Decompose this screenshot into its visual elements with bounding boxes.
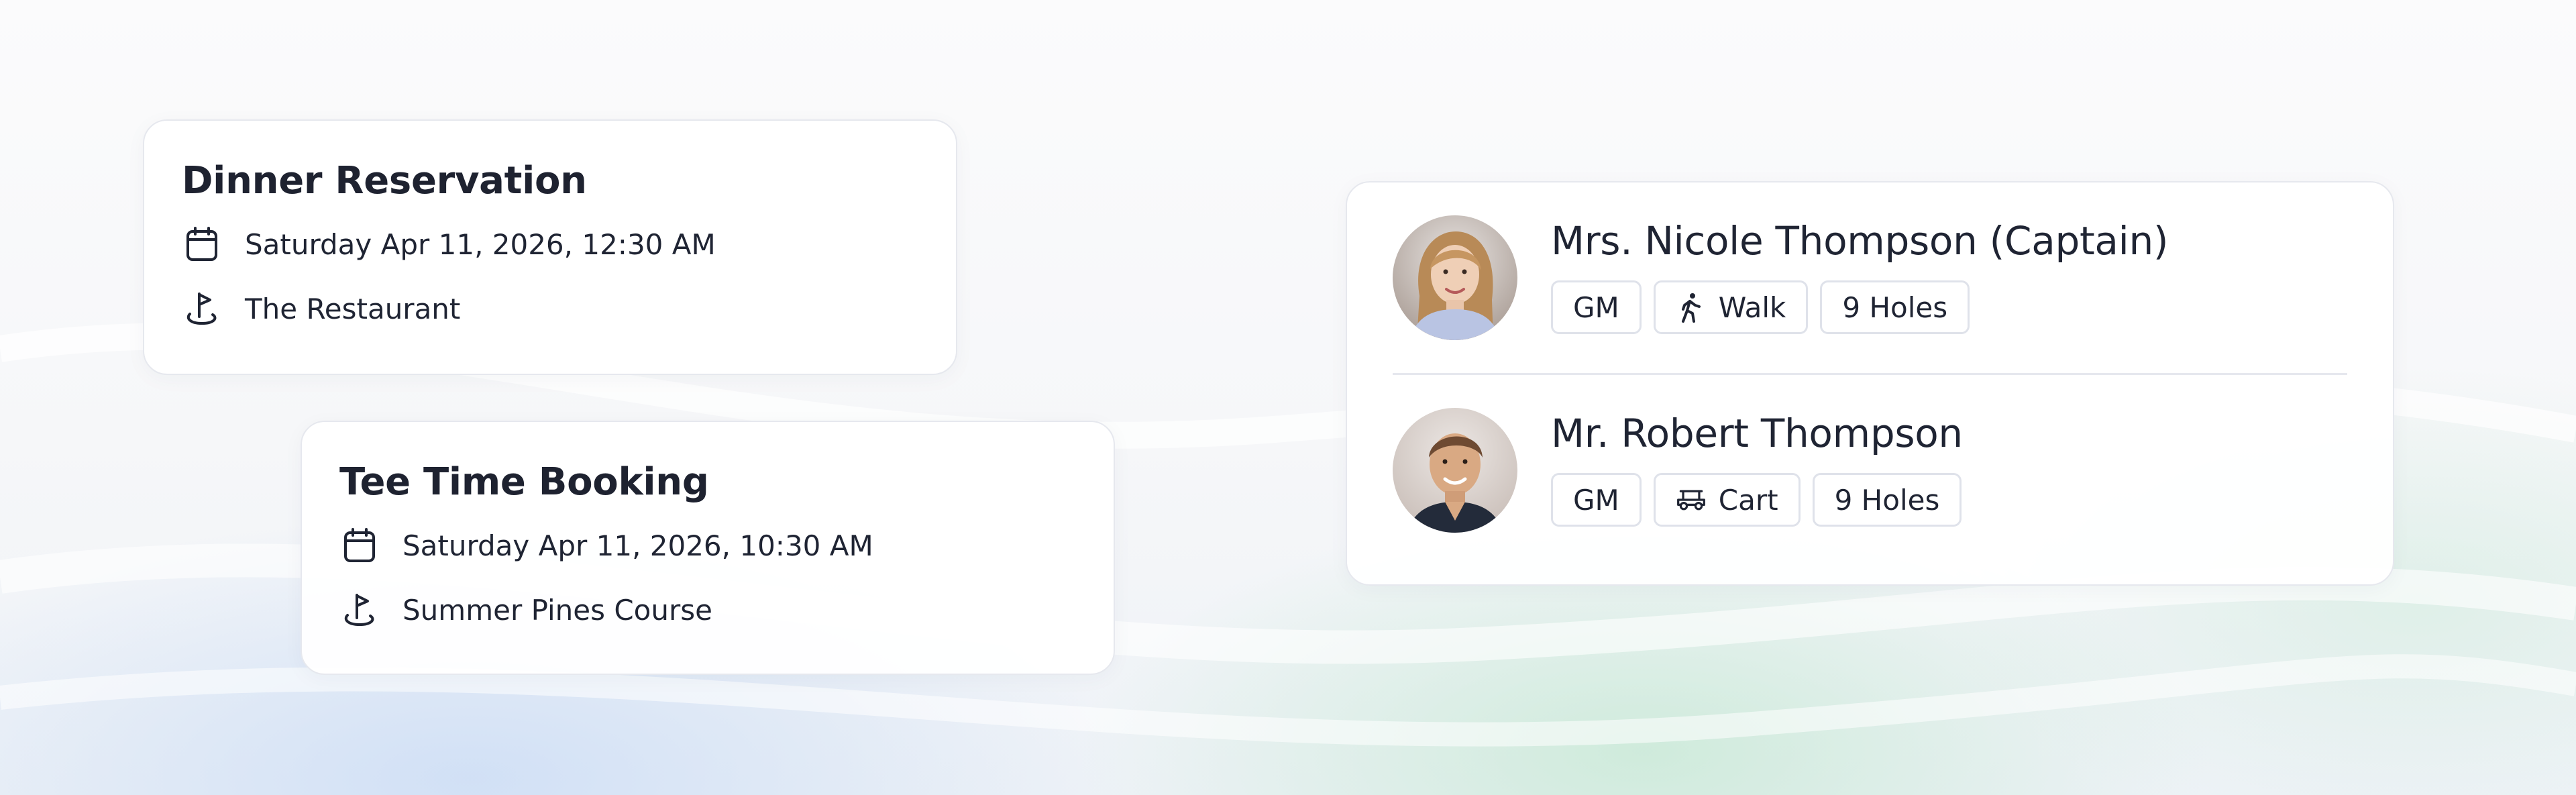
avatar [1393, 215, 1517, 340]
calendar-icon [182, 224, 222, 264]
holes-tag-label: 9 Holes [1834, 483, 1940, 517]
tee-time-datetime: Saturday Apr 11, 2026, 10:30 AM [402, 529, 873, 562]
transport-tag-label: Cart [1718, 483, 1778, 517]
transport-tag[interactable]: Walk [1653, 280, 1809, 334]
dinner-location-row: The Restaurant [182, 288, 918, 329]
walking-person-icon [1676, 292, 1707, 323]
players-card: Mrs. Nicole Thompson (Captain) GM Walk 9… [1346, 181, 2394, 586]
player-info: Mr. Robert Thompson GM Cart 9 Holes [1551, 414, 1963, 527]
transport-tag-label: Walk [1718, 290, 1786, 324]
player-row[interactable]: Mrs. Nicole Thompson (Captain) GM Walk 9… [1393, 182, 2347, 373]
dinner-location: The Restaurant [245, 292, 461, 325]
role-tag-label: GM [1573, 290, 1619, 324]
player-name: Mrs. Nicole Thompson (Captain) [1551, 218, 2169, 264]
tee-time-datetime-row: Saturday Apr 11, 2026, 10:30 AM [339, 525, 1076, 566]
player-row[interactable]: Mr. Robert Thompson GM Cart 9 Holes [1393, 375, 2347, 566]
golf-flag-icon [182, 288, 222, 329]
role-tag[interactable]: GM [1551, 473, 1642, 527]
calendar-icon [339, 525, 380, 566]
dinner-datetime: Saturday Apr 11, 2026, 12:30 AM [245, 227, 716, 261]
player-name: Mr. Robert Thompson [1551, 411, 1963, 456]
holes-tag-label: 9 Holes [1842, 290, 1948, 324]
dinner-reservation-card[interactable]: Dinner Reservation Saturday Apr 11, 2026… [143, 119, 957, 375]
holes-tag[interactable]: 9 Holes [1820, 280, 1970, 334]
tee-time-booking-title: Tee Time Booking [339, 460, 709, 504]
golf-cart-icon [1676, 484, 1707, 515]
tee-time-booking-card[interactable]: Tee Time Booking Saturday Apr 11, 2026, … [301, 421, 1115, 675]
role-tag[interactable]: GM [1551, 280, 1642, 334]
holes-tag[interactable]: 9 Holes [1812, 473, 1962, 527]
player-tags: GM Cart 9 Holes [1551, 473, 1963, 527]
golf-flag-icon [339, 590, 380, 630]
tee-time-location: Summer Pines Course [402, 593, 712, 627]
role-tag-label: GM [1573, 483, 1619, 517]
transport-tag[interactable]: Cart [1653, 473, 1801, 527]
tee-time-location-row: Summer Pines Course [339, 590, 1076, 630]
player-info: Mrs. Nicole Thompson (Captain) GM Walk 9… [1551, 218, 2169, 334]
avatar [1393, 408, 1517, 533]
dinner-datetime-row: Saturday Apr 11, 2026, 12:30 AM [182, 224, 918, 264]
player-tags: GM Walk 9 Holes [1551, 280, 2168, 334]
dinner-reservation-title: Dinner Reservation [182, 159, 587, 203]
